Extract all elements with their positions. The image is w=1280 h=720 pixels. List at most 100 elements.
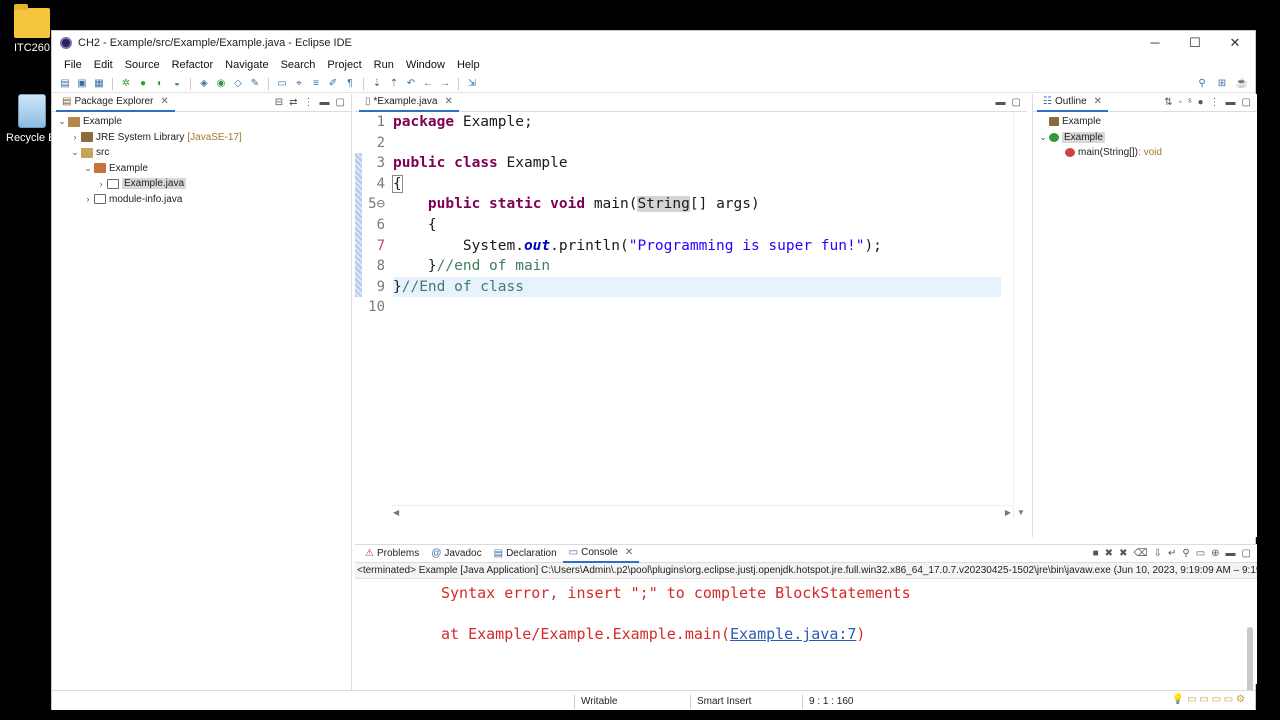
outline-item[interactable]: ⌄ Example xyxy=(1033,130,1257,146)
minimize-button[interactable]: ─ xyxy=(1135,35,1175,51)
console-scrollbar-thumb[interactable] xyxy=(1247,627,1253,697)
menu-search[interactable]: Search xyxy=(275,59,322,71)
minimize-view-icon[interactable]: ▬ xyxy=(1226,548,1236,559)
open-perspective-icon[interactable]: ⊞ xyxy=(1215,78,1229,90)
menu-source[interactable]: Source xyxy=(119,59,166,71)
hide-nonpublic-icon[interactable]: ● xyxy=(1198,97,1204,108)
search-tool-icon[interactable]: ✎ xyxy=(248,78,262,90)
coverage-icon[interactable]: ◐ xyxy=(153,78,167,90)
menu-edit[interactable]: Edit xyxy=(88,59,119,71)
code-lines[interactable]: package Example; public class Example { … xyxy=(392,112,1001,318)
expand-toggle-icon[interactable]: › xyxy=(82,194,94,204)
maximize-view-icon[interactable]: ▢ xyxy=(1242,97,1251,108)
word-wrap-icon[interactable]: ↵ xyxy=(1168,548,1176,559)
outline-item[interactable]: Example xyxy=(1033,114,1257,130)
show-whitespace-icon[interactable]: ¶ xyxy=(343,78,357,90)
close-icon[interactable]: ✕ xyxy=(160,96,168,107)
menu-project[interactable]: Project xyxy=(321,59,367,71)
maximize-button[interactable]: ☐ xyxy=(1175,35,1215,51)
close-icon[interactable]: ✕ xyxy=(444,96,452,107)
tab-javadoc[interactable]: @ Javadoc xyxy=(425,545,487,563)
menu-help[interactable]: Help xyxy=(451,59,486,71)
view-menu-icon[interactable]: ⋮ xyxy=(1210,97,1220,108)
hide-fields-icon[interactable]: ◦ xyxy=(1179,97,1183,108)
pin-editor-icon[interactable]: ⇲ xyxy=(465,78,479,90)
terminal-icon[interactable]: ▭ xyxy=(275,78,289,90)
scroll-left-icon[interactable]: ◀ xyxy=(393,508,399,517)
minimize-view-icon[interactable]: ▬ xyxy=(1226,97,1236,108)
link-editor-icon[interactable]: ⇄ xyxy=(289,97,297,108)
tree-item[interactable]: ⌄ Example xyxy=(52,114,351,130)
scroll-down-icon[interactable]: ▼ xyxy=(1017,508,1025,517)
maximize-view-icon[interactable]: ▢ xyxy=(1242,548,1251,559)
new-icon[interactable]: ▤ xyxy=(58,78,72,90)
forward-icon[interactable]: → xyxy=(438,78,452,90)
sort-icon[interactable]: ⇅ xyxy=(1164,97,1172,108)
status-tray-icons[interactable]: 💡 ▭ ▭ ▭ ▭ ⚙ xyxy=(1172,694,1245,705)
collapse-all-icon[interactable]: ⊟ xyxy=(275,97,283,108)
save-all-icon[interactable]: ▦ xyxy=(92,78,106,90)
expand-toggle-icon[interactable]: ⌄ xyxy=(56,116,68,127)
remove-all-icon[interactable]: ✖ xyxy=(1119,548,1127,559)
last-edit-icon[interactable]: ↶ xyxy=(404,78,418,90)
previous-annotation-icon[interactable]: ⇡ xyxy=(387,78,401,90)
hide-static-icon[interactable]: ˢ xyxy=(1188,97,1191,108)
clear-console-icon[interactable]: ⌫ xyxy=(1133,548,1147,559)
editor-horizontal-scrollbar[interactable]: ◀ ▶ xyxy=(391,505,1013,519)
toggle-mark-icon[interactable]: ⌖ xyxy=(292,78,306,90)
expand-toggle-icon[interactable]: › xyxy=(69,132,81,142)
scroll-right-icon[interactable]: ▶ xyxy=(1005,508,1011,517)
close-icon[interactable]: ✕ xyxy=(625,547,633,558)
remove-launch-icon[interactable]: ✖ xyxy=(1105,548,1113,559)
java-perspective-icon[interactable]: ☕ xyxy=(1235,78,1249,90)
console-output[interactable]: Syntax error, insert ";" to complete Blo… xyxy=(355,579,1257,645)
expand-toggle-icon[interactable]: ⌄ xyxy=(69,147,81,158)
minimize-view-icon[interactable]: ▬ xyxy=(996,97,1006,108)
menu-navigate[interactable]: Navigate xyxy=(219,59,274,71)
expand-toggle-icon[interactable]: › xyxy=(95,179,107,189)
tree-item[interactable]: › module-info.java xyxy=(52,192,351,208)
back-icon[interactable]: ← xyxy=(421,78,435,90)
minimize-view-icon[interactable]: ▬ xyxy=(320,97,330,108)
debug-icon[interactable]: ✲ xyxy=(119,78,133,90)
display-console-icon[interactable]: ▭ xyxy=(1196,548,1205,559)
menu-file[interactable]: File xyxy=(58,59,88,71)
outline-item[interactable]: main(String[]) : void xyxy=(1033,145,1257,161)
code-area[interactable]: 1 2 3 4 5⊖ 6 7 8 9 10 package Example; public cla… xyxy=(355,112,1027,519)
view-menu-icon[interactable]: ⋮ xyxy=(304,97,314,108)
external-tools-icon[interactable]: ◒ xyxy=(170,78,184,90)
tab-problems[interactable]: ⚠ Problems xyxy=(359,545,425,563)
toggle-breadcrumb-icon[interactable]: ≡ xyxy=(309,78,323,90)
new-class-icon[interactable]: ◉ xyxy=(214,78,228,90)
menu-window[interactable]: Window xyxy=(400,59,451,71)
terminate-icon[interactable]: ■ xyxy=(1093,548,1099,559)
next-annotation-icon[interactable]: ⇣ xyxy=(370,78,384,90)
tree-item[interactable]: ⌄ Example xyxy=(52,161,351,177)
save-icon[interactable]: ▣ xyxy=(75,78,89,90)
tab-console[interactable]: ▭ Console ✕ xyxy=(562,544,640,563)
highlight-icon[interactable]: ✐ xyxy=(326,78,340,90)
maximize-view-icon[interactable]: ▢ xyxy=(336,97,345,108)
tab-example-java[interactable]: ▯ *Example.java ✕ xyxy=(359,93,459,112)
tab-outline[interactable]: ☷ Outline ✕ xyxy=(1037,93,1109,112)
tree-item[interactable]: ⌄ src xyxy=(52,145,351,161)
open-type-icon[interactable]: ◇ xyxy=(231,78,245,90)
expand-toggle-icon[interactable]: ⌄ xyxy=(82,163,94,174)
close-icon[interactable]: ✕ xyxy=(1094,96,1102,107)
expand-toggle-icon[interactable]: ⌄ xyxy=(1037,132,1049,143)
menu-refactor[interactable]: Refactor xyxy=(166,59,220,71)
search-icon[interactable]: ⚲ xyxy=(1195,78,1209,90)
menu-run[interactable]: Run xyxy=(368,59,400,71)
close-button[interactable]: ✕ xyxy=(1215,35,1255,51)
open-console-icon[interactable]: ⊕ xyxy=(1211,548,1219,559)
new-java-project-icon[interactable]: ◈ xyxy=(197,78,211,90)
tree-item[interactable]: › Example.java xyxy=(52,176,351,192)
stacktrace-link[interactable]: Example.java:7 xyxy=(730,625,856,643)
tab-declaration[interactable]: ▤ Declaration xyxy=(488,545,563,563)
run-icon[interactable]: ● xyxy=(136,78,150,90)
scroll-lock-icon[interactable]: ⇩ xyxy=(1154,548,1162,559)
maximize-view-icon[interactable]: ▢ xyxy=(1012,97,1021,108)
editor-vertical-scrollbar[interactable]: ▼ xyxy=(1013,112,1027,519)
tab-package-explorer[interactable]: ▤ Package Explorer ✕ xyxy=(56,93,175,112)
tree-item[interactable]: › JRE System Library [JavaSE-17] xyxy=(52,130,351,146)
